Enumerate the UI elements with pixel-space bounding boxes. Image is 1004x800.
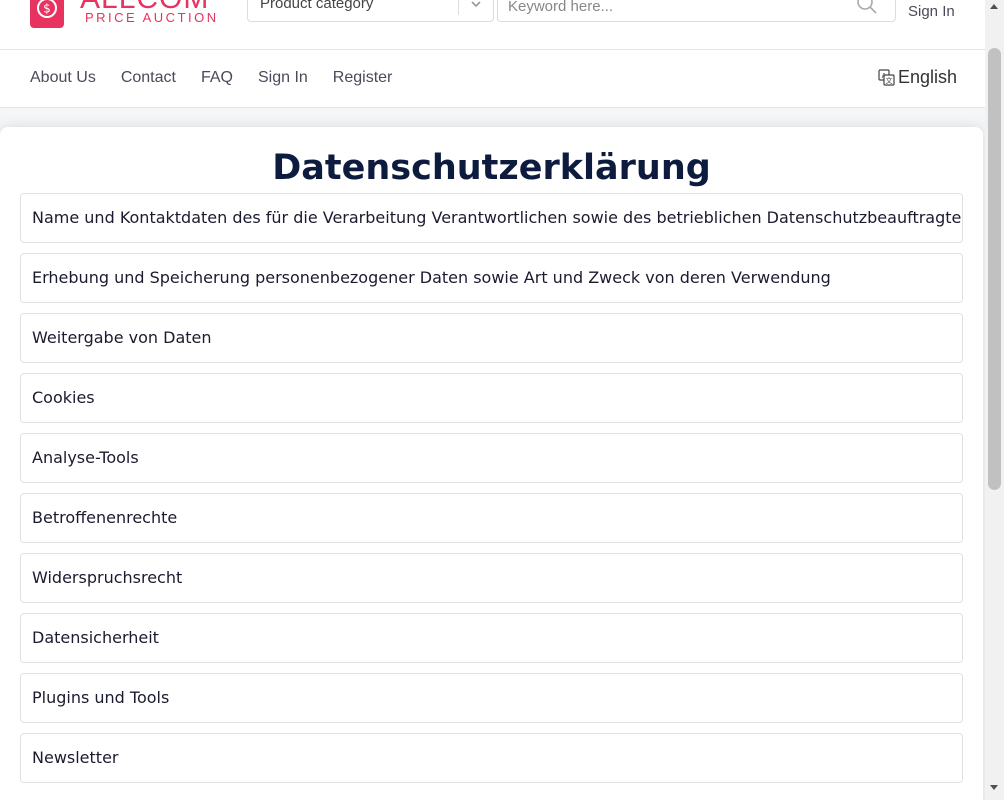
accordion-item-label: Widerspruchsrecht bbox=[32, 568, 183, 587]
accordion-item-label: Analyse-Tools bbox=[32, 448, 139, 467]
accordion-item-label: Newsletter bbox=[32, 748, 119, 767]
accordion-item-plugins-tools[interactable]: Plugins und Tools bbox=[20, 673, 963, 723]
search-input[interactable] bbox=[508, 0, 838, 19]
nav-link-register[interactable]: Register bbox=[333, 69, 393, 87]
nav-link-about-us[interactable]: About Us bbox=[30, 69, 96, 87]
accordion-item-label: Name und Kontaktdaten des für die Verarb… bbox=[32, 208, 963, 227]
chevron-down-icon bbox=[471, 1, 481, 8]
accordion-item-data-collection[interactable]: Erhebung und Speicherung personenbezogen… bbox=[20, 253, 963, 303]
scroll-down-arrow-icon[interactable] bbox=[990, 785, 998, 790]
site-logo[interactable]: $ ALLCOM PRICE AUCTION bbox=[30, 0, 240, 32]
accordion-item-label: Cookies bbox=[32, 388, 95, 407]
accordion-item-label: Betroffenenrechte bbox=[32, 508, 178, 527]
search-box bbox=[497, 0, 896, 22]
accordion-item-data-sharing[interactable]: Weitergabe von Daten bbox=[20, 313, 963, 363]
accordion-item-data-security[interactable]: Datensicherheit bbox=[20, 613, 963, 663]
svg-text:文: 文 bbox=[886, 76, 893, 85]
page-scrollbar[interactable] bbox=[985, 0, 1004, 800]
svg-text:$: $ bbox=[43, 2, 51, 16]
scrollbar-thumb[interactable] bbox=[988, 48, 1001, 490]
accordion-item-cookies[interactable]: Cookies bbox=[20, 373, 963, 423]
logo-tagline: PRICE AUCTION bbox=[85, 10, 219, 25]
translate-icon: A 文 bbox=[878, 69, 895, 86]
search-icon[interactable] bbox=[856, 0, 878, 15]
accordion-item-data-subject-rights[interactable]: Betroffenenrechte bbox=[20, 493, 963, 543]
privacy-sections-accordion: Name und Kontaktdaten des für die Verarb… bbox=[20, 193, 963, 793]
top-header: $ ALLCOM PRICE AUCTION Product category … bbox=[0, 0, 985, 50]
language-switcher[interactable]: A 文 English bbox=[878, 67, 957, 88]
category-select-value: Product category bbox=[260, 0, 374, 12]
nav-link-sign-in[interactable]: Sign In bbox=[258, 69, 308, 87]
accordion-item-label: Plugins und Tools bbox=[32, 688, 170, 707]
scroll-up-arrow-icon[interactable] bbox=[990, 4, 998, 9]
accordion-item-contact-data[interactable]: Name und Kontaktdaten des für die Verarb… bbox=[20, 193, 963, 243]
accordion-item-newsletter[interactable]: Newsletter bbox=[20, 733, 963, 783]
accordion-item-analytics-tools[interactable]: Analyse-Tools bbox=[20, 433, 963, 483]
dollar-coin-icon: $ bbox=[30, 0, 64, 28]
accordion-item-right-to-object[interactable]: Widerspruchsrecht bbox=[20, 553, 963, 603]
product-category-select[interactable]: Product category bbox=[247, 0, 494, 22]
header-sign-in-link[interactable]: Sign In bbox=[908, 3, 955, 20]
page-title: Datenschutzerklärung bbox=[272, 148, 711, 188]
language-label: English bbox=[898, 67, 958, 87]
accordion-item-label: Datensicherheit bbox=[32, 628, 159, 647]
select-divider bbox=[458, 0, 459, 15]
nav-link-contact[interactable]: Contact bbox=[121, 69, 176, 87]
accordion-item-label: Erhebung und Speicherung personenbezogen… bbox=[32, 268, 831, 287]
accordion-item-label: Weitergabe von Daten bbox=[32, 328, 212, 347]
nav-link-faq[interactable]: FAQ bbox=[201, 69, 233, 87]
main-nav: About Us Contact FAQ Sign In Register A … bbox=[0, 50, 985, 108]
nav-links: About Us Contact FAQ Sign In Register bbox=[30, 69, 417, 87]
